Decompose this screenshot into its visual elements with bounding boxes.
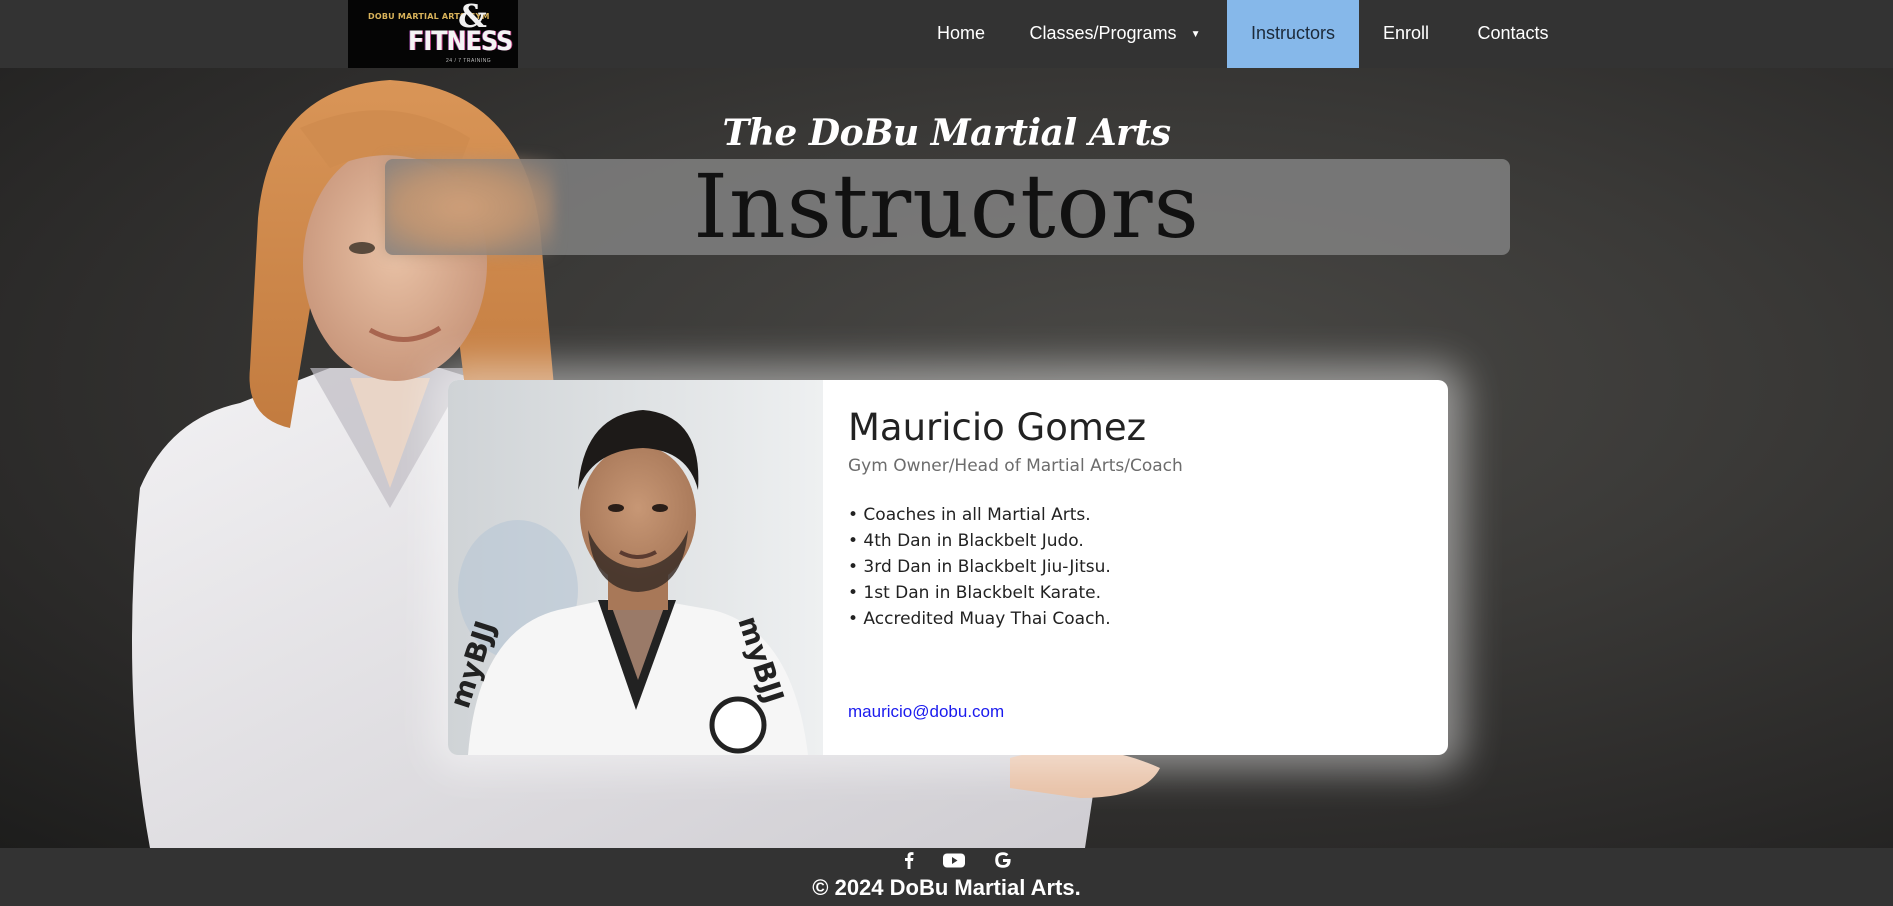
list-item: • Accredited Muay Thai Coach. bbox=[848, 609, 1111, 630]
nav-contacts-label: Contacts bbox=[1477, 23, 1549, 43]
nav-classes-programs[interactable]: Classes/Programs ▼ bbox=[1012, 0, 1218, 68]
logo-fitness-text: FITNESS bbox=[408, 26, 513, 57]
nav-classes-programs-label: Classes/Programs bbox=[1029, 23, 1177, 43]
instructor-email-link[interactable]: mauricio@dobu.com bbox=[848, 702, 1004, 722]
caret-down-icon: ▼ bbox=[1190, 29, 1201, 40]
site-logo[interactable]: DOBU MARTIAL ARTS GYM & FITNESS 24 / 7 T… bbox=[348, 0, 518, 68]
nav-instructors[interactable]: Instructors bbox=[1227, 0, 1359, 68]
hero-subtitle: The DoBu Martial Arts bbox=[722, 112, 1171, 154]
youtube-icon[interactable] bbox=[942, 850, 966, 870]
achievement-list: • Coaches in all Martial Arts. • 4th Dan… bbox=[848, 502, 1428, 632]
nav-enroll-label: Enroll bbox=[1382, 23, 1430, 43]
instructor-role: Gym Owner/Head of Martial Arts/Coach bbox=[848, 456, 1183, 477]
instructor-photo: myBJJ myBJJ bbox=[448, 380, 823, 755]
instructor-name: Mauricio Gomez bbox=[848, 406, 1147, 449]
google-icon[interactable] bbox=[991, 850, 1015, 870]
nav-instructors-label: Instructors bbox=[1250, 23, 1336, 43]
nav-contacts[interactable]: Contacts bbox=[1468, 0, 1558, 68]
facebook-icon[interactable] bbox=[897, 850, 921, 870]
list-item: • 4th Dan in Blackbelt Judo. bbox=[848, 531, 1084, 552]
list-item: • 3rd Dan in Blackbelt Jiu-Jitsu. bbox=[848, 557, 1111, 578]
navbar: DOBU MARTIAL ARTS GYM & FITNESS 24 / 7 T… bbox=[0, 0, 1893, 68]
logo-tagline: 24 / 7 TRAINING bbox=[446, 58, 492, 64]
nav-home-label: Home bbox=[936, 23, 985, 43]
page-title: Instructors bbox=[693, 155, 1200, 258]
copyright-text: © 2024 DoBu Martial Arts. bbox=[812, 875, 1081, 900]
instructor-card: myBJJ myBJJ Mauricio Gomez Gym Owner/Hea… bbox=[448, 380, 1448, 755]
list-item: • 1st Dan in Blackbelt Karate. bbox=[848, 583, 1101, 604]
list-item: • Coaches in all Martial Arts. bbox=[848, 505, 1091, 526]
nav-home[interactable]: Home bbox=[915, 0, 1007, 68]
nav-enroll[interactable]: Enroll bbox=[1367, 0, 1445, 68]
card-body: Mauricio Gomez Gym Owner/Head of Martial… bbox=[848, 406, 1428, 632]
